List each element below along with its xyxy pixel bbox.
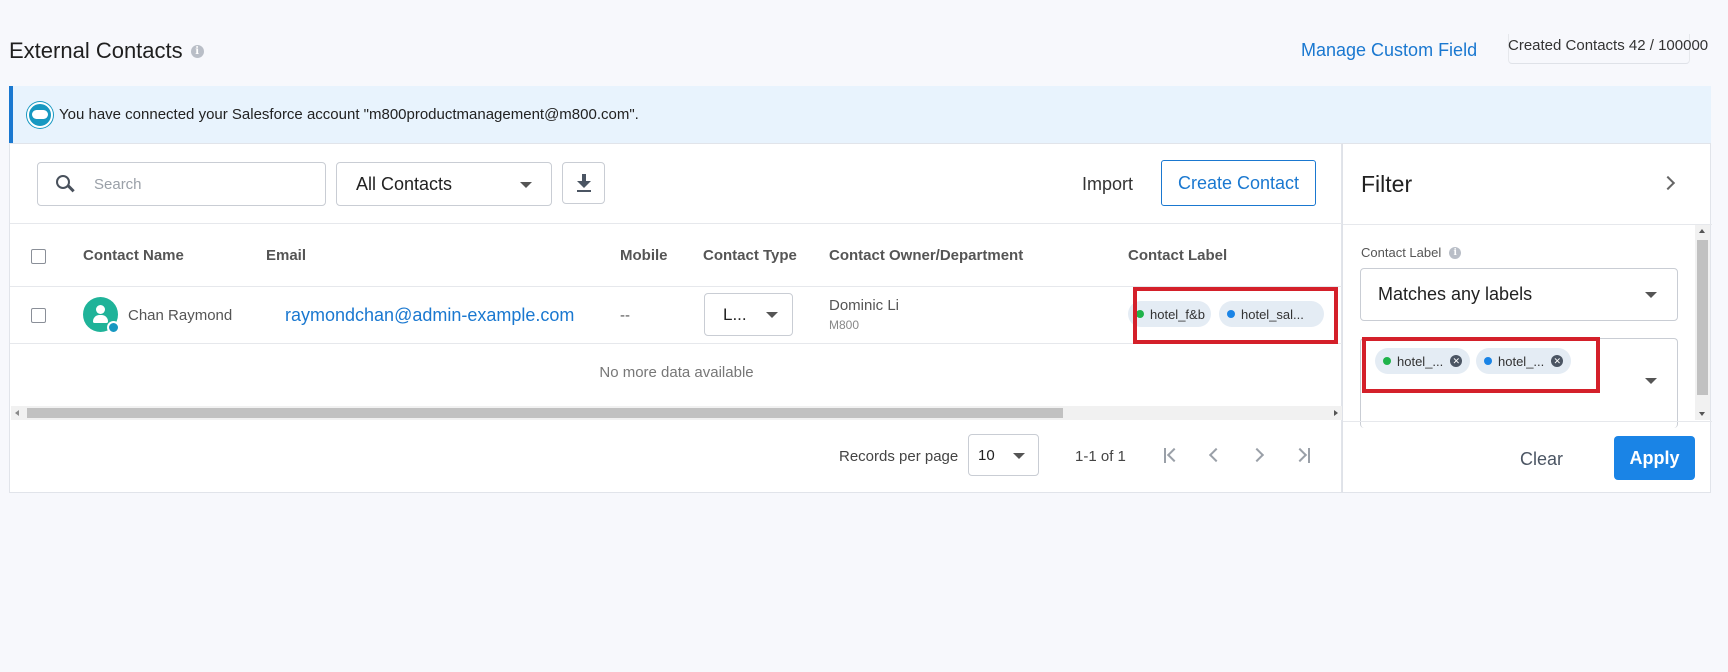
label-match-value: Matches any labels xyxy=(1378,284,1533,304)
row-checkbox[interactable] xyxy=(31,308,46,323)
first-page-button[interactable] xyxy=(1160,444,1184,468)
contact-label-title: Contact Label i xyxy=(1361,245,1462,260)
salesforce-banner: You have connected your Salesforce accou… xyxy=(9,86,1711,143)
divider xyxy=(1343,224,1712,225)
search-input[interactable] xyxy=(94,175,294,193)
chevron-down-icon xyxy=(520,182,532,188)
banner-text: You have connected your Salesforce accou… xyxy=(59,106,639,123)
contact-label-text: Contact Label xyxy=(1361,245,1442,260)
chevron-right-icon xyxy=(1249,447,1265,463)
contact-type-select[interactable]: L... xyxy=(704,293,793,336)
filter-panel: Filter Contact Label i Matches any label… xyxy=(1342,143,1712,493)
pagination-footer: Records per page 10 1-1 of 1 xyxy=(10,421,1343,493)
table-header: Contact Name Email Mobile Contact Type C… xyxy=(10,225,1343,287)
last-page-icon xyxy=(1292,447,1308,463)
chevron-down-icon xyxy=(1013,453,1025,459)
clear-button[interactable]: Clear xyxy=(1520,449,1563,470)
horizontal-scrollbar[interactable] xyxy=(11,406,1342,420)
column-header-name[interactable]: Contact Name xyxy=(83,247,184,264)
column-header-mobile[interactable]: Mobile xyxy=(620,247,668,264)
download-icon xyxy=(576,174,592,192)
scrollbar-thumb[interactable] xyxy=(1697,240,1708,395)
contact-owner: Dominic Li xyxy=(829,297,900,314)
vertical-scrollbar[interactable] xyxy=(1695,225,1710,420)
next-page-button[interactable] xyxy=(1248,444,1272,468)
page-title: External Contacts i xyxy=(9,38,204,64)
contact-department: M800 xyxy=(829,318,860,332)
contact-type-value: L... xyxy=(723,304,747,324)
toolbar: All Contacts Import Create Contact xyxy=(10,144,1343,224)
column-header-label[interactable]: Contact Label xyxy=(1128,247,1227,264)
last-page-button[interactable] xyxy=(1292,444,1316,468)
chevron-right-icon[interactable] xyxy=(1660,175,1676,191)
column-header-type[interactable]: Contact Type xyxy=(703,247,797,264)
label-highlight-box xyxy=(1133,287,1338,344)
scrollbar-thumb[interactable] xyxy=(27,408,1063,418)
scroll-up-icon[interactable] xyxy=(1699,229,1705,233)
contact-email[interactable]: raymondchan@admin-example.com xyxy=(285,305,574,326)
info-icon[interactable]: i xyxy=(1449,246,1462,259)
chevron-down-icon xyxy=(766,312,778,318)
divider xyxy=(1343,421,1712,422)
contacts-panel: All Contacts Import Create Contact Conta… xyxy=(9,143,1343,493)
filter-chips-highlight-box xyxy=(1362,337,1600,393)
scroll-down-icon[interactable] xyxy=(1699,412,1705,416)
records-per-page-label: Records per page xyxy=(839,448,959,465)
salesforce-badge-icon xyxy=(107,321,120,334)
download-button[interactable] xyxy=(562,162,605,204)
first-page-icon xyxy=(1164,448,1166,463)
contacts-filter-value: All Contacts xyxy=(356,173,453,194)
select-all-checkbox[interactable] xyxy=(31,249,46,264)
contact-mobile: -- xyxy=(620,307,630,324)
created-contacts-count: Created Contacts 42 / 100000 xyxy=(1508,37,1709,54)
salesforce-logo-icon xyxy=(27,101,53,128)
records-per-page-select[interactable]: 10 xyxy=(968,434,1039,476)
import-button[interactable]: Import xyxy=(1082,174,1133,195)
records-per-page-value: 10 xyxy=(978,446,995,464)
contacts-filter-select[interactable]: All Contacts xyxy=(336,162,552,206)
column-header-email[interactable]: Email xyxy=(266,247,306,264)
apply-button[interactable]: Apply xyxy=(1614,436,1695,480)
prev-page-button[interactable] xyxy=(1204,444,1228,468)
scroll-left-icon[interactable] xyxy=(15,410,19,416)
label-match-select[interactable]: Matches any labels xyxy=(1360,268,1678,321)
chevron-down-icon xyxy=(1645,378,1657,384)
info-icon[interactable]: i xyxy=(190,44,204,58)
no-more-data-text: No more data available xyxy=(599,364,754,381)
chevron-down-icon xyxy=(1645,292,1657,298)
scroll-right-icon[interactable] xyxy=(1334,410,1338,416)
column-header-owner[interactable]: Contact Owner/Department xyxy=(829,247,1023,264)
filter-title: Filter xyxy=(1361,171,1413,197)
create-contact-button[interactable]: Create Contact xyxy=(1161,160,1316,206)
contact-name[interactable]: Chan Raymond xyxy=(128,307,232,324)
manage-custom-field-link[interactable]: Manage Custom Field xyxy=(1301,40,1477,61)
page-range: 1-1 of 1 xyxy=(1075,448,1126,465)
search-box[interactable] xyxy=(37,162,326,206)
page-title-text: External Contacts xyxy=(9,38,183,63)
search-icon xyxy=(56,175,75,193)
chevron-left-icon xyxy=(1208,447,1224,463)
